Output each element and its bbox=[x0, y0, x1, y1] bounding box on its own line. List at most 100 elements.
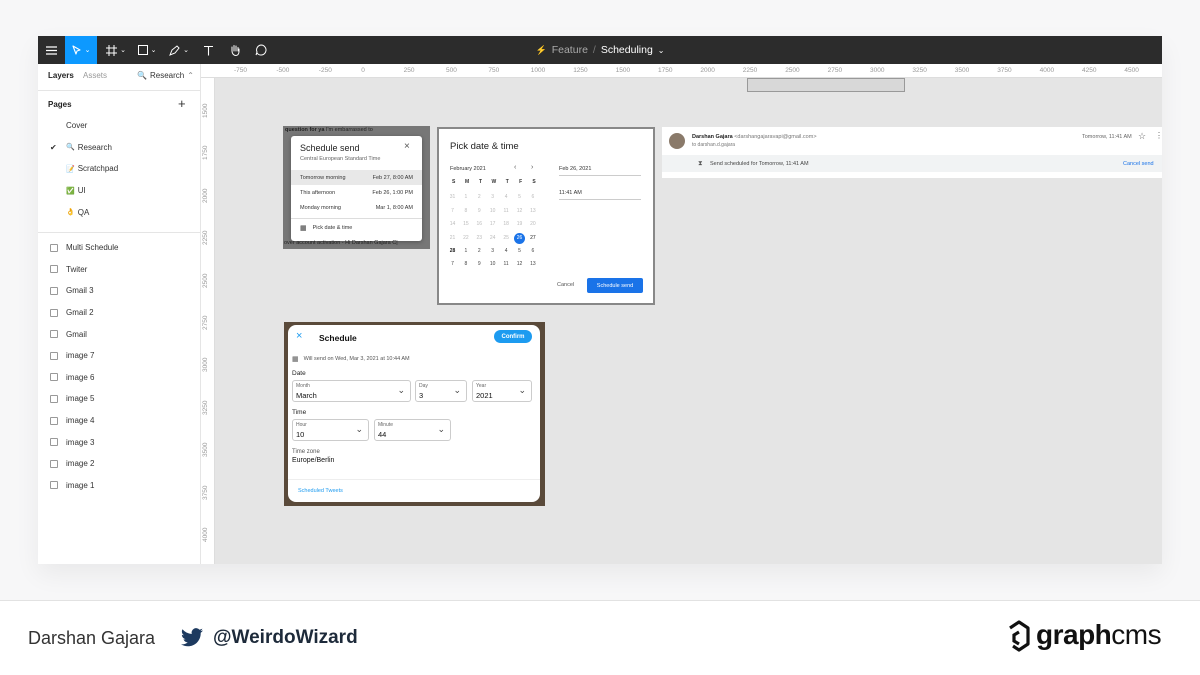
page-item-research[interactable]: ✔ 🔍 Research bbox=[38, 137, 200, 159]
calendar-day[interactable]: 6 bbox=[527, 246, 538, 257]
calendar-day[interactable]: 5 bbox=[514, 192, 525, 203]
calendar-day[interactable]: 4 bbox=[501, 246, 512, 257]
frame-gmail-message[interactable]: Darshan Gajara <darshangajaravapi@gmail.… bbox=[662, 127, 1162, 178]
option-time: Feb 27, 8:00 AM bbox=[372, 174, 413, 181]
ruler-tick-label: 500 bbox=[446, 67, 457, 74]
calendar-day[interactable]: 8 bbox=[460, 259, 471, 270]
calendar-day[interactable]: 18 bbox=[501, 219, 512, 230]
frame-offscreen[interactable] bbox=[747, 78, 905, 92]
calendar-day[interactable]: 3 bbox=[487, 192, 498, 203]
frame-twitter-schedule[interactable]: × Schedule Confirm ▦ Will send on Wed, M… bbox=[284, 322, 545, 506]
calendar-day[interactable]: 4 bbox=[501, 192, 512, 203]
calendar-day[interactable]: 8 bbox=[460, 206, 471, 217]
layer-item[interactable]: Multi Schedule bbox=[38, 237, 200, 259]
calendar-day[interactable]: 13 bbox=[527, 259, 538, 270]
calendar-day[interactable]: 2 bbox=[474, 246, 485, 257]
calendar-day[interactable]: 11 bbox=[501, 206, 512, 217]
chevron-right-icon[interactable]: › bbox=[531, 164, 533, 171]
calendar-day[interactable]: 14 bbox=[447, 219, 458, 230]
option-tomorrow-morning[interactable]: Tomorrow morning Feb 27, 8:00 AM bbox=[291, 170, 422, 185]
layer-item[interactable]: Twiter bbox=[38, 259, 200, 281]
chevron-left-icon[interactable]: ‹ bbox=[514, 164, 516, 171]
schedule-send-button[interactable]: Schedule send bbox=[587, 278, 643, 293]
calendar-day[interactable]: 3 bbox=[487, 246, 498, 257]
tab-layers[interactable]: Layers bbox=[48, 71, 74, 80]
minute-select[interactable]: Minute 44 ⌄ bbox=[374, 419, 451, 441]
twitter-handle[interactable]: @WeirdoWizard bbox=[213, 627, 358, 649]
close-icon[interactable]: × bbox=[296, 330, 302, 342]
cancel-button[interactable]: Cancel bbox=[557, 282, 574, 288]
layer-item[interactable]: Gmail bbox=[38, 323, 200, 345]
star-icon[interactable]: ☆ bbox=[1138, 131, 1146, 142]
ruler-tick-label: 250 bbox=[403, 67, 415, 74]
calendar-day[interactable]: 24 bbox=[487, 233, 498, 244]
chevron-down-icon[interactable]: ⌄ bbox=[658, 46, 665, 55]
date-input[interactable]: Feb 26, 2021 bbox=[559, 166, 591, 172]
calendar-day[interactable]: 31 bbox=[447, 192, 458, 203]
breadcrumb-page[interactable]: Scheduling bbox=[601, 44, 653, 56]
calendar-day[interactable]: 28 bbox=[447, 246, 458, 257]
add-page-icon[interactable]: + bbox=[178, 96, 186, 111]
frame-pick-date-time[interactable]: Pick date & time February 2021 ‹ › S M T W T… bbox=[437, 127, 655, 305]
calendar-day[interactable]: 25 bbox=[501, 233, 512, 244]
tab-assets[interactable]: Assets bbox=[83, 71, 107, 80]
calendar-day[interactable]: 7 bbox=[447, 206, 458, 217]
more-vert-icon[interactable]: ⋮ bbox=[1155, 131, 1162, 140]
calendar-day[interactable]: 6 bbox=[527, 192, 538, 203]
time-section-label: Time bbox=[292, 409, 307, 416]
year-select[interactable]: Year 2021 ⌄ bbox=[472, 380, 532, 402]
pick-date-time-option[interactable]: ▦ Pick date & time bbox=[300, 224, 352, 232]
calendar-day[interactable]: 11 bbox=[501, 259, 512, 270]
calendar-day[interactable]: 5 bbox=[514, 246, 525, 257]
calendar-day[interactable]: 12 bbox=[514, 259, 525, 270]
calendar-day[interactable]: 12 bbox=[514, 206, 525, 217]
confirm-button[interactable]: Confirm bbox=[494, 330, 532, 343]
layer-item[interactable]: image 6 bbox=[38, 367, 200, 389]
page-item-cover[interactable]: Cover bbox=[38, 115, 200, 137]
layer-item[interactable]: image 1 bbox=[38, 475, 200, 497]
calendar-day[interactable]: 13 bbox=[527, 206, 538, 217]
scheduled-tweets-link[interactable]: Scheduled Tweets bbox=[298, 488, 343, 494]
hour-select[interactable]: Hour 10 ⌄ bbox=[292, 419, 369, 441]
layer-item[interactable]: image 4 bbox=[38, 410, 200, 432]
calendar-day[interactable]: 10 bbox=[487, 259, 498, 270]
calendar-day[interactable]: 9 bbox=[474, 259, 485, 270]
layer-item[interactable]: image 5 bbox=[38, 388, 200, 410]
calendar-day[interactable]: 7 bbox=[447, 259, 458, 270]
image-layer-icon bbox=[50, 265, 58, 274]
frame-gmail-schedule-send[interactable]: question for ya I'm embarrassed to Sched… bbox=[283, 126, 430, 249]
time-input[interactable]: 11:41 AM bbox=[559, 190, 582, 196]
page-item-qa[interactable]: 👌 QA bbox=[38, 201, 200, 223]
day-select[interactable]: Day 3 ⌄ bbox=[415, 380, 467, 402]
close-icon[interactable]: × bbox=[404, 141, 410, 152]
breadcrumb-section[interactable]: Feature bbox=[552, 44, 588, 56]
calendar-day[interactable]: 21 bbox=[447, 233, 458, 244]
calendar-day[interactable]: 10 bbox=[487, 206, 498, 217]
calendar-day[interactable]: 16 bbox=[474, 219, 485, 230]
layer-item[interactable]: image 3 bbox=[38, 431, 200, 453]
calendar-day[interactable]: 1 bbox=[460, 192, 471, 203]
layer-item[interactable]: image 7 bbox=[38, 345, 200, 367]
calendar-day[interactable]: 20 bbox=[527, 219, 538, 230]
layer-item[interactable]: Gmail 3 bbox=[38, 280, 200, 302]
page-item-ui[interactable]: ✅ UI bbox=[38, 180, 200, 202]
month-select[interactable]: Month March ⌄ bbox=[292, 380, 411, 402]
recipient-line: to darshan.d.gajara bbox=[692, 142, 736, 148]
calendar-day[interactable]: 15 bbox=[460, 219, 471, 230]
layer-item[interactable]: Gmail 2 bbox=[38, 302, 200, 324]
calendar-day[interactable]: 17 bbox=[487, 219, 498, 230]
calendar-day[interactable]: 2 bbox=[474, 192, 485, 203]
page-item-scratchpad[interactable]: 📝 Scratchpad bbox=[38, 158, 200, 180]
calendar-day[interactable]: 19 bbox=[514, 219, 525, 230]
calendar-day[interactable]: 23 bbox=[474, 233, 485, 244]
layer-item[interactable]: image 2 bbox=[38, 453, 200, 475]
calendar-day[interactable]: 22 bbox=[460, 233, 471, 244]
calendar-day[interactable]: 1 bbox=[460, 246, 471, 257]
option-this-afternoon[interactable]: This afternoon Feb 26, 1:00 PM bbox=[291, 185, 422, 200]
option-monday-morning[interactable]: Monday morning Mar 1, 8:00 AM bbox=[291, 200, 422, 215]
calendar-day[interactable]: 9 bbox=[474, 206, 485, 217]
cancel-send-link[interactable]: Cancel send bbox=[1123, 161, 1154, 167]
calendar-day[interactable]: 27 bbox=[527, 233, 538, 244]
page-selector[interactable]: 🔍 Research ⌃ bbox=[137, 71, 194, 80]
calendar-day-selected[interactable]: 26 bbox=[514, 232, 525, 244]
